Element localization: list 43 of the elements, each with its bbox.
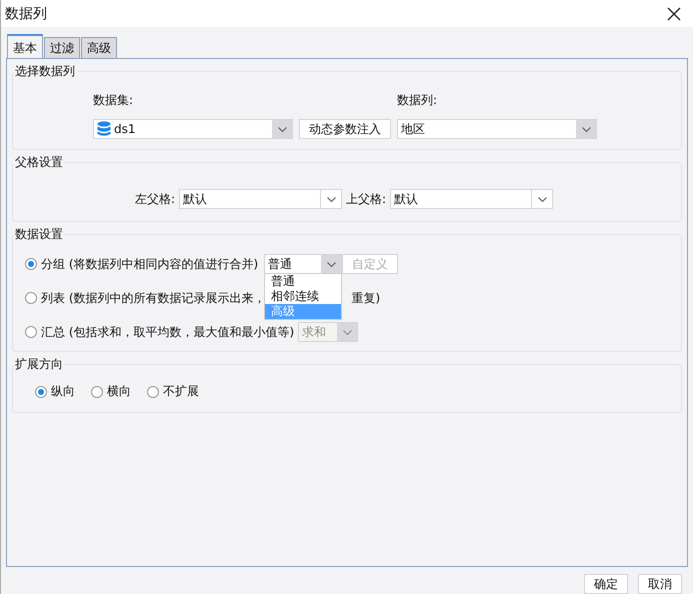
column-label: 数据列: xyxy=(397,92,438,110)
top-parent-dropdown[interactable]: 默认 xyxy=(390,189,554,210)
section-title: 父格设置 xyxy=(14,154,64,172)
grouping-dropdown[interactable]: 普通 xyxy=(264,254,342,274)
radio-button[interactable] xyxy=(25,326,37,338)
caret-icon xyxy=(342,330,352,335)
section-title: 选择数据列 xyxy=(14,63,76,80)
window-title: 数据列 xyxy=(5,4,47,23)
section-title: 数据设置 xyxy=(14,226,64,244)
radio-button[interactable] xyxy=(147,386,159,398)
dialog-button[interactable]: 取消 xyxy=(638,574,682,594)
dataset-label: 数据集: xyxy=(93,92,134,110)
option-label: 分组 (将数据列中相同内容的值进行合并) xyxy=(41,256,258,273)
caret-icon xyxy=(326,262,336,267)
caret-icon xyxy=(582,126,590,132)
caret-icon xyxy=(326,196,336,202)
caret-icon xyxy=(538,196,547,202)
tab[interactable]: 基本 xyxy=(7,34,43,58)
radio-button[interactable] xyxy=(91,386,103,398)
left-parent-label: 左父格: xyxy=(135,190,176,208)
dataset-dropdown[interactable]: ds1 xyxy=(93,119,293,140)
option-label: 横向 xyxy=(107,383,131,400)
column-dropdown[interactable]: 地区 xyxy=(397,119,597,140)
left-parent-dropdown[interactable]: 默认 xyxy=(179,189,342,210)
option-label: 纵向 xyxy=(51,383,75,400)
tab[interactable]: 过滤 xyxy=(44,37,80,58)
close-icon[interactable] xyxy=(667,6,681,21)
option-label: 列表 (数据列中的所有数据记录展示出来， xyxy=(41,290,266,307)
dropdown-item[interactable]: 相邻连续 xyxy=(265,289,342,304)
tab[interactable]: 高级 xyxy=(81,37,117,58)
dropdown-item[interactable]: 普通 xyxy=(265,274,342,290)
radio-button[interactable] xyxy=(25,258,37,270)
option-label: 不扩展 xyxy=(163,383,199,400)
caret-icon xyxy=(278,126,286,132)
radio-button[interactable] xyxy=(35,386,47,398)
section-title: 扩展方向 xyxy=(14,356,64,374)
option-label: 汇总 (包括求和，取平均数，最大值和最小值等) xyxy=(41,324,294,341)
radio-button[interactable] xyxy=(25,292,37,304)
dialog-button[interactable]: 确定 xyxy=(584,574,628,594)
dynamic-parameter-button[interactable]: 动态参数注入 xyxy=(299,119,391,140)
option-label: 重复) xyxy=(352,290,380,307)
database-icon xyxy=(97,121,111,138)
top-parent-label: 上父格: xyxy=(346,190,386,208)
